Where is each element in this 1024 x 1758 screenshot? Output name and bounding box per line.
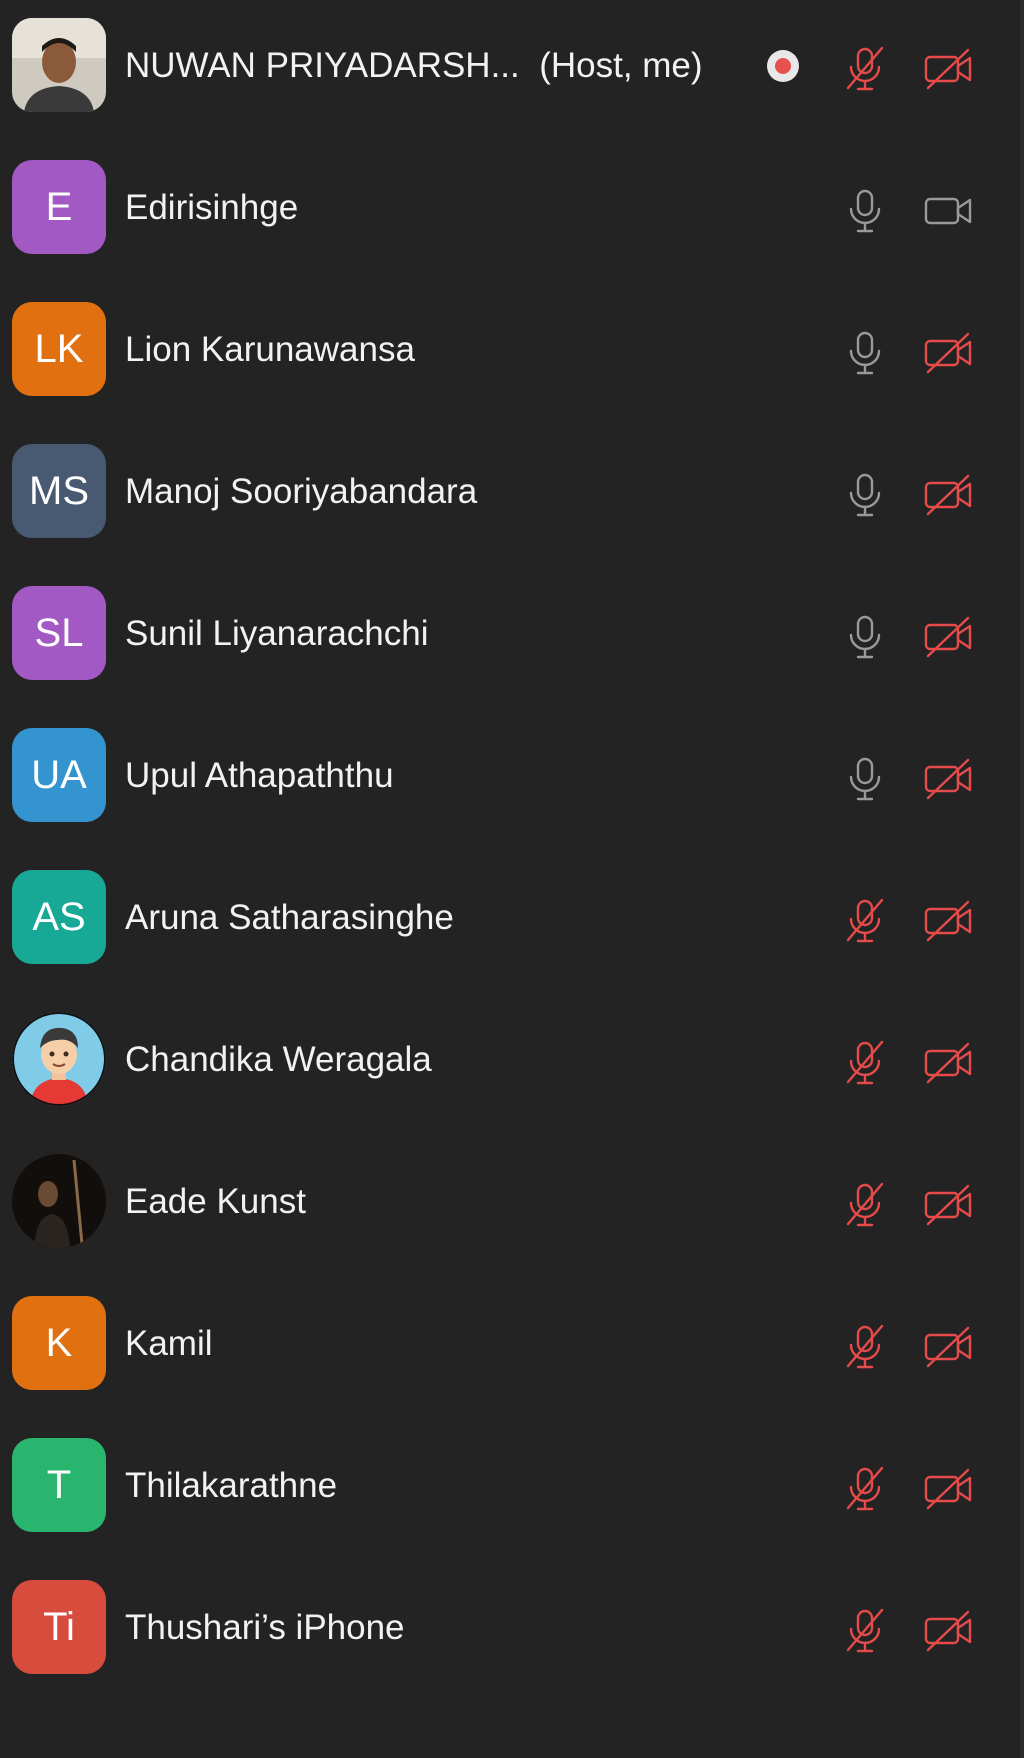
mic-icon[interactable] [840, 612, 890, 662]
video-off-icon[interactable] [922, 470, 976, 520]
participant-row[interactable]: NUWAN PRIYADARSH... (Host, me) [0, 0, 1020, 142]
participant-name: Thushari’s iPhone [125, 1608, 405, 1647]
video-off-icon[interactable] [922, 754, 976, 804]
video-off-icon[interactable] [922, 1180, 976, 1230]
mic-muted-icon[interactable] [840, 44, 890, 94]
avatar: K [12, 1296, 106, 1390]
participant-name: Eade Kunst [125, 1182, 306, 1221]
video-off-icon[interactable] [922, 1464, 976, 1514]
participant-row[interactable]: Chandika Weragala [0, 994, 1020, 1136]
participant-row[interactable]: E Edirisinhge [0, 142, 1020, 284]
avatar: UA [12, 728, 106, 822]
video-off-icon[interactable] [922, 1322, 976, 1372]
participant-row[interactable]: AS Aruna Satharasinghe [0, 852, 1020, 994]
mic-icon[interactable] [840, 754, 890, 804]
participant-name: NUWAN PRIYADARSH... (Host, me) [125, 46, 703, 85]
participant-name: Kamil [125, 1324, 213, 1363]
participant-name: Edirisinhge [125, 188, 299, 227]
participant-row[interactable]: UA Upul Athapaththu [0, 710, 1020, 852]
video-icon[interactable] [922, 186, 976, 236]
participant-row[interactable]: LK Lion Karunawansa [0, 284, 1020, 426]
avatar: AS [12, 870, 106, 964]
participant-row[interactable]: MS Manoj Sooriyabandara [0, 426, 1020, 568]
scrollbar[interactable] [1020, 0, 1024, 1758]
mic-muted-icon[interactable] [840, 1464, 890, 1514]
participant-row[interactable]: K Kamil [0, 1278, 1020, 1420]
avatar: MS [12, 444, 106, 538]
video-off-icon[interactable] [922, 896, 976, 946]
avatar [12, 18, 106, 112]
video-off-icon[interactable] [922, 328, 976, 378]
participant-name: Manoj Sooriyabandara [125, 472, 478, 511]
avatar [12, 1012, 106, 1106]
avatar-initials: LK [34, 326, 84, 371]
mic-muted-icon[interactable] [840, 1038, 890, 1088]
avatar: Ti [12, 1580, 106, 1674]
mic-icon[interactable] [840, 470, 890, 520]
mic-icon[interactable] [840, 186, 890, 236]
mic-muted-icon[interactable] [840, 896, 890, 946]
avatar [12, 1154, 106, 1248]
avatar-initials: K [45, 1320, 73, 1365]
mic-icon[interactable] [840, 328, 890, 378]
participant-name: Upul Athapaththu [125, 756, 394, 795]
avatar-initials: AS [32, 894, 86, 939]
avatar: T [12, 1438, 106, 1532]
participant-row[interactable]: Eade Kunst [0, 1136, 1020, 1278]
participant-row[interactable]: SL Sunil Liyanarachchi [0, 568, 1020, 710]
avatar-initials: E [45, 184, 73, 229]
participant-row[interactable]: T Thilakarathne [0, 1420, 1020, 1562]
participant-name: Aruna Satharasinghe [125, 898, 454, 937]
avatar: SL [12, 586, 106, 680]
avatar-initials: T [46, 1462, 72, 1507]
avatar: LK [12, 302, 106, 396]
avatar-initials: Ti [43, 1604, 75, 1649]
mic-muted-icon[interactable] [840, 1322, 890, 1372]
video-off-icon[interactable] [922, 1606, 976, 1656]
avatar-initials: MS [29, 468, 89, 513]
mic-muted-icon[interactable] [840, 1606, 890, 1656]
avatar-initials: SL [34, 610, 84, 655]
participant-row[interactable]: Ti Thushari’s iPhone [0, 1562, 1020, 1704]
participant-name: Thilakarathne [125, 1466, 338, 1505]
avatar-initials: UA [31, 752, 87, 797]
video-off-icon[interactable] [922, 1038, 976, 1088]
avatar: E [12, 160, 106, 254]
video-off-icon[interactable] [922, 44, 976, 94]
participant-name: Lion Karunawansa [125, 330, 415, 369]
video-off-icon[interactable] [922, 612, 976, 662]
mic-muted-icon[interactable] [840, 1180, 890, 1230]
participant-name: Sunil Liyanarachchi [125, 614, 429, 653]
participant-name: Chandika Weragala [125, 1040, 432, 1079]
recording-indicator-icon [767, 50, 799, 82]
